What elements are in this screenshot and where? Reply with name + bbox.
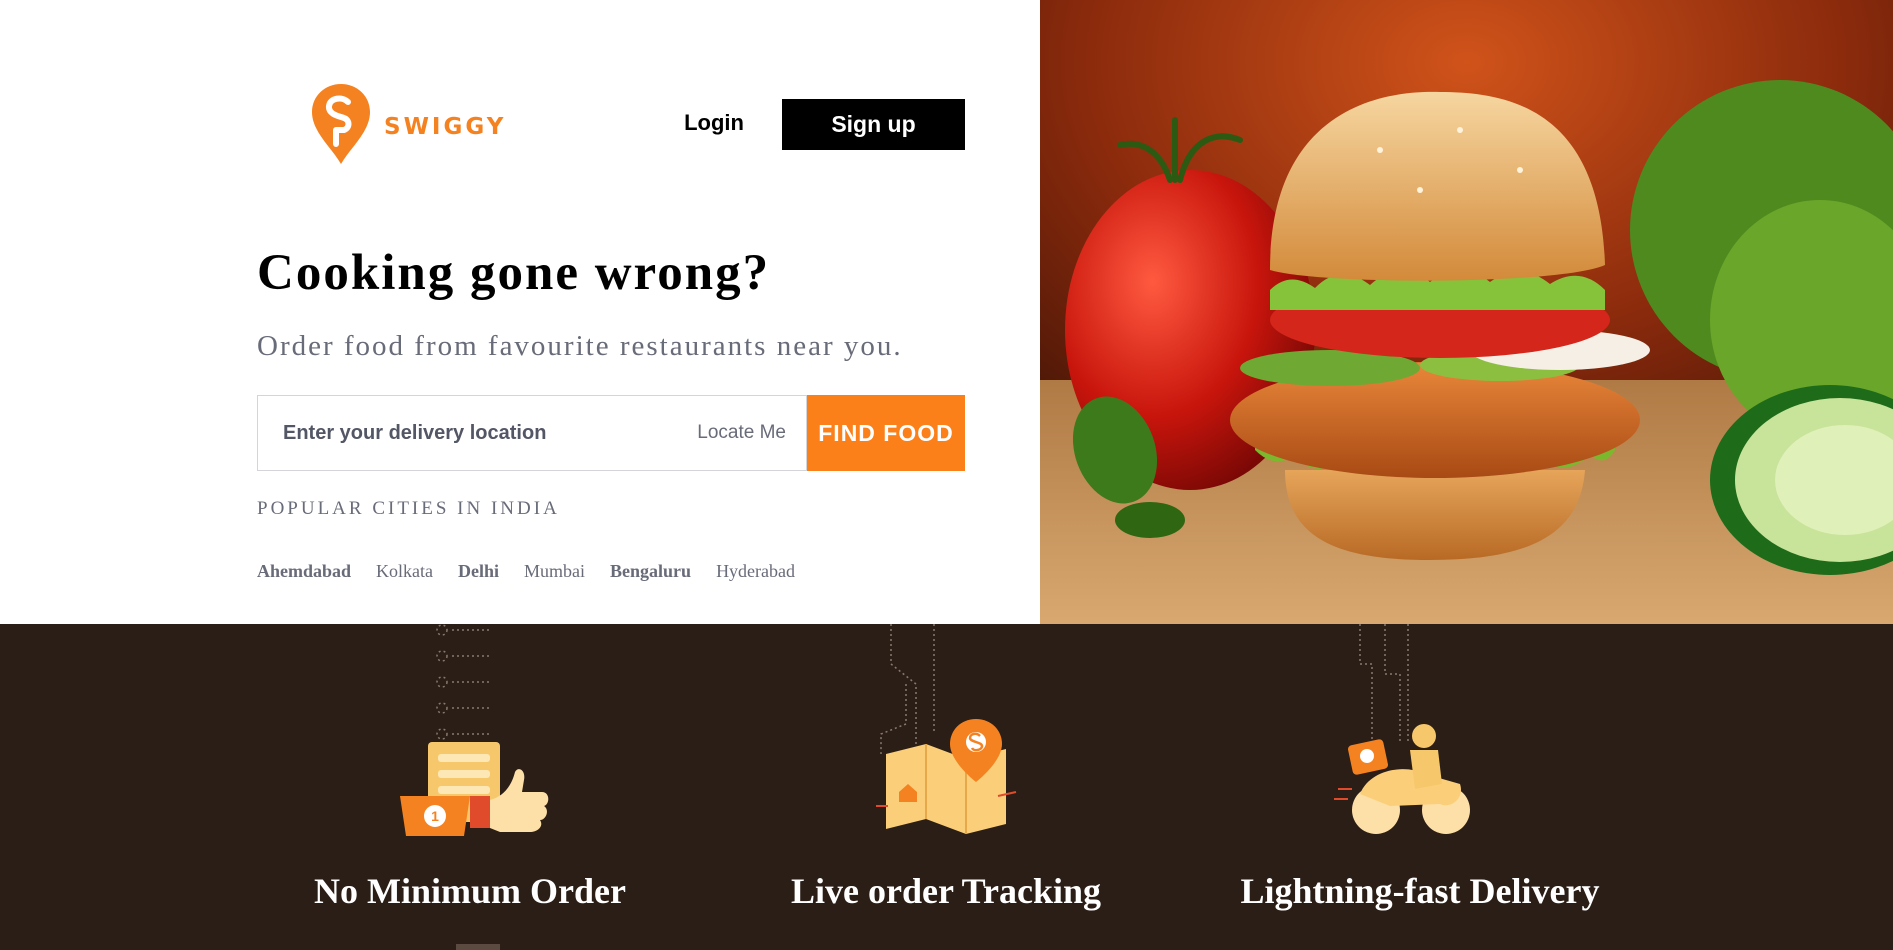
city-link[interactable]: Delhi [458,561,499,582]
login-button[interactable]: Login [670,98,758,148]
feature-label: Lightning-fast Delivery [1240,871,1600,911]
city-link[interactable]: Bengaluru [610,561,691,582]
location-search-box: Locate Me [257,395,807,471]
popular-cities-title: POPULAR CITIES IN INDIA [257,498,560,519]
feature-label: Live order Tracking [791,871,1101,911]
scroll-indicator [456,944,500,950]
feature-label: No Minimum Order [314,871,626,911]
popular-cities-list: Ahemdabad Kolkata Delhi Mumbai Bengaluru Hyde… [257,561,820,582]
hero-food-image [1040,0,1893,624]
city-link[interactable]: Kolkata [376,561,433,582]
brand-name: SWIGGY [384,114,507,140]
feature-no-minimum-order: 1 No Minimum Order [260,624,680,950]
swiggy-logo-icon [312,84,370,164]
map-location-icon [876,624,1017,834]
page-headline: Cooking gone wrong? [257,245,771,301]
hero-left-panel: SWIGGY Login Sign up Cooking gone wrong?… [0,0,1040,624]
delivery-location-input[interactable] [283,396,673,470]
thumbs-up-order-icon: 1 [400,624,549,836]
feature-lightning-fast-delivery: Lightning-fast Delivery [1210,624,1630,950]
city-link[interactable]: Ahemdabad [257,561,351,582]
city-link[interactable]: Mumbai [524,561,585,582]
delivery-scooter-icon [1334,624,1470,834]
city-link[interactable]: Hyderabad [716,561,795,582]
hero-section: SWIGGY Login Sign up Cooking gone wrong?… [0,0,1893,624]
find-food-button[interactable]: FIND FOOD [807,395,965,471]
svg-text:1: 1 [431,808,439,824]
page-subline: Order food from favourite restaurants ne… [257,330,903,362]
swiggy-logo[interactable]: SWIGGY [312,84,506,164]
signup-button[interactable]: Sign up [782,99,965,150]
feature-live-order-tracking: Live order Tracking [736,624,1156,950]
locate-me-button[interactable]: Locate Me [697,396,786,470]
features-section: 1 No Minimum Order Live order Tracking L… [0,624,1893,950]
